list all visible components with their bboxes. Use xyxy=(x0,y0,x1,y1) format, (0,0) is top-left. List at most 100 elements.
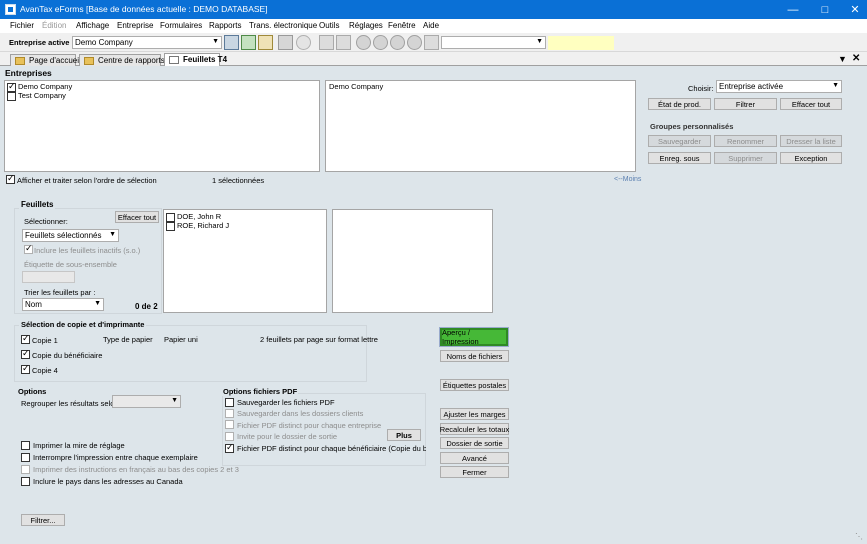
next-record-icon[interactable] xyxy=(390,35,405,50)
feuillets-list[interactable]: DOE, John R ROE, Richard J xyxy=(163,209,327,313)
make-list-button[interactable]: Dresser la liste xyxy=(780,135,842,147)
feuillets-select[interactable]: Feuillets sélectionnés ▼ xyxy=(22,229,119,242)
prompt-output-folder-checkbox[interactable] xyxy=(225,432,234,441)
company-item[interactable]: Demo Company xyxy=(18,82,72,91)
print-icon[interactable] xyxy=(278,35,293,50)
exception-button[interactable]: Exception xyxy=(780,152,842,164)
menu-rapports[interactable]: Rapports xyxy=(209,21,241,30)
menu-reglages[interactable]: Réglages xyxy=(349,21,383,30)
filter-options-button[interactable]: Filtrer... xyxy=(21,514,65,526)
close-button[interactable]: Fermer xyxy=(440,466,509,478)
subset-input[interactable] xyxy=(22,271,75,283)
selected-company-item[interactable]: Demo Company xyxy=(329,82,383,91)
feuillet-item[interactable]: DOE, John R xyxy=(177,212,221,221)
menu-outils[interactable]: Outils xyxy=(319,21,339,30)
clear-feuillets-button[interactable]: Effacer tout xyxy=(115,211,159,223)
last-record-icon[interactable] xyxy=(407,35,422,50)
copy-1-checkbox[interactable] xyxy=(21,333,30,344)
settings-icon[interactable] xyxy=(336,35,351,50)
delete-group-button[interactable]: Supprimer xyxy=(714,152,777,164)
choose-value: Entreprise activée xyxy=(719,82,784,91)
recalc-totals-button[interactable]: Recalculer les totaux xyxy=(440,423,509,435)
feuillet-checkbox[interactable] xyxy=(166,222,175,231)
copies-heading: Sélection de copie et d'imprimante xyxy=(19,320,147,329)
output-folder-button[interactable]: Dossier de sortie xyxy=(440,437,509,449)
chevron-down-icon: ▼ xyxy=(109,231,116,238)
french-instructions-checkbox[interactable] xyxy=(21,465,30,474)
pin-icon[interactable]: ▼ xyxy=(838,54,847,64)
save-as-button[interactable]: Enreg. sous xyxy=(648,152,711,164)
order-selection-checkbox[interactable] xyxy=(6,173,15,184)
choose-select[interactable]: Entreprise activée ▼ xyxy=(716,80,842,93)
active-company-select[interactable]: Demo Company ▼ xyxy=(72,36,222,49)
company-checkbox[interactable] xyxy=(7,92,16,101)
menu-fenetre[interactable]: Fenêtre xyxy=(388,21,416,30)
menu-entreprise[interactable]: Entreprise xyxy=(117,21,153,30)
add-form-icon[interactable] xyxy=(241,35,256,50)
folder-icon xyxy=(84,57,94,65)
mail-labels-button[interactable]: Étiquettes postales xyxy=(440,379,509,391)
clear-all-button[interactable]: Effacer tout xyxy=(780,98,842,110)
save-client-folders-checkbox[interactable] xyxy=(225,409,234,418)
group-results-label: Regrouper les résultats selon xyxy=(21,399,119,408)
interrupt-print-label: Interrompre l'impression entre chaque ex… xyxy=(33,453,198,462)
adjust-margins-button[interactable]: Ajuster les marges xyxy=(440,408,509,420)
save-pdf-checkbox[interactable] xyxy=(225,398,234,407)
selected-company-list[interactable]: Demo Company xyxy=(325,80,636,172)
sort-select[interactable]: Nom ▼ xyxy=(22,298,104,311)
tab-centre-rapports[interactable]: Centre de rapports xyxy=(79,54,165,66)
close-icon[interactable]: ✕ xyxy=(840,0,867,19)
interrupt-print-checkbox[interactable] xyxy=(21,453,30,462)
rename-group-button[interactable]: Renommer xyxy=(714,135,777,147)
select-label: Sélectionner: xyxy=(24,217,68,226)
search-icon[interactable] xyxy=(424,35,439,50)
resize-grip-icon[interactable]: ⋱ xyxy=(855,532,865,542)
menu-trans-electronique[interactable]: Trans. électronique xyxy=(249,21,317,30)
french-instructions-label: Imprimer des instructions en français au… xyxy=(33,465,239,474)
company-list[interactable]: Demo Company Test Company xyxy=(4,80,320,172)
filter-button[interactable]: Filtrer xyxy=(714,98,777,110)
company-checkbox[interactable] xyxy=(7,81,16,92)
save-group-button[interactable]: Sauvegarder xyxy=(648,135,711,147)
group-results-select[interactable]: ▼ xyxy=(112,395,181,408)
feuillet-item[interactable]: ROE, Richard J xyxy=(177,221,229,230)
menu-affichage[interactable]: Affichage xyxy=(76,21,109,30)
prod-status-button[interactable]: État de prod. xyxy=(648,98,711,110)
menu-fichier[interactable]: Fichier xyxy=(10,21,34,30)
undo-icon[interactable] xyxy=(296,35,311,50)
maximize-icon[interactable]: □ xyxy=(810,0,840,19)
feuillet-checkbox[interactable] xyxy=(166,213,175,222)
menu-formulaires[interactable]: Formulaires xyxy=(160,21,202,30)
menu-edition[interactable]: Édition xyxy=(42,21,66,30)
minimize-icon[interactable]: — xyxy=(778,0,808,19)
active-company-label: Entreprise active : xyxy=(9,38,75,47)
chevron-down-icon: ▼ xyxy=(832,82,839,89)
lock-icon[interactable] xyxy=(319,35,334,50)
toolbar-search-select[interactable]: ▼ xyxy=(441,36,546,49)
previous-record-icon[interactable] xyxy=(373,35,388,50)
save-client-folders-label: Sauvegarder dans les dossiers clients xyxy=(237,409,364,418)
toolbar-highlight-field[interactable] xyxy=(548,36,614,50)
print-test-pattern-checkbox[interactable] xyxy=(21,441,30,450)
company-item[interactable]: Test Company xyxy=(18,91,66,100)
tab-page-accueil[interactable]: Page d'accueil xyxy=(10,54,81,66)
preview-print-button[interactable]: Aperçu / Impression xyxy=(439,327,509,347)
copy-beneficiary-checkbox[interactable] xyxy=(21,348,30,359)
first-record-icon[interactable] xyxy=(356,35,371,50)
less-link[interactable]: <--Moins xyxy=(614,176,641,183)
include-inactive-checkbox[interactable] xyxy=(24,243,33,254)
chevron-down-icon: ▼ xyxy=(212,38,219,45)
new-form-icon[interactable] xyxy=(224,35,239,50)
menu-aide[interactable]: Aide xyxy=(423,21,439,30)
filenames-button[interactable]: Noms de fichiers xyxy=(440,350,509,362)
pdf-per-beneficiary-checkbox[interactable] xyxy=(225,442,234,453)
edit-form-icon[interactable] xyxy=(258,35,273,50)
selected-feuillets-list[interactable] xyxy=(332,209,493,313)
pdf-per-company-checkbox[interactable] xyxy=(225,420,234,429)
close-tab-icon[interactable]: ✕ xyxy=(852,53,860,64)
include-country-checkbox[interactable] xyxy=(21,477,30,486)
advanced-button[interactable]: Avancé xyxy=(440,452,509,464)
copy-4-checkbox[interactable] xyxy=(21,363,30,374)
tab-feuillets-t4[interactable]: Feuillets T4 xyxy=(164,53,227,67)
more-button[interactable]: Plus xyxy=(387,429,421,441)
